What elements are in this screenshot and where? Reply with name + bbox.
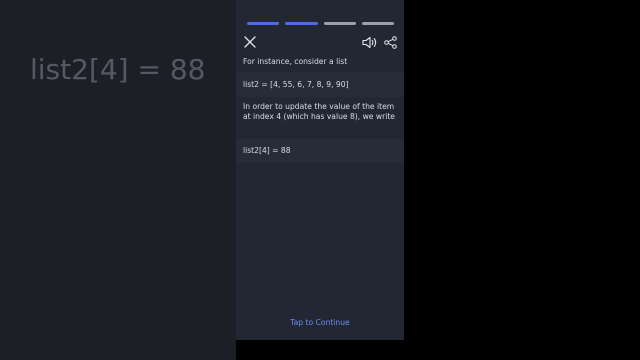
progress-segment-4 bbox=[361, 22, 394, 25]
background-right-panel bbox=[404, 0, 640, 360]
close-button[interactable] bbox=[242, 34, 258, 50]
progress-segment-2 bbox=[285, 22, 318, 25]
background-left-panel: list2[4] = 88 bbox=[0, 0, 236, 360]
share-icon bbox=[383, 35, 397, 49]
progress-bar bbox=[247, 22, 394, 25]
explanation-text: In order to update the value of the item… bbox=[243, 102, 395, 121]
close-icon bbox=[244, 36, 256, 48]
code-block-list: list2 = [4, 55, 6, 7, 8, 9, 90] bbox=[236, 72, 404, 97]
bottom-letterbox bbox=[236, 340, 404, 360]
progress-segment-3 bbox=[323, 22, 356, 25]
tap-to-continue-button[interactable]: Tap to Continue bbox=[236, 318, 404, 327]
share-button[interactable] bbox=[383, 35, 397, 49]
sound-button[interactable] bbox=[362, 35, 378, 49]
speaker-icon bbox=[362, 36, 377, 48]
background-code-text: list2[4] = 88 bbox=[30, 53, 206, 86]
lesson-card: For instance, consider a list list2 = [4… bbox=[236, 0, 404, 340]
intro-text: For instance, consider a list bbox=[243, 57, 348, 66]
code-block-update: list2[4] = 88 bbox=[236, 139, 404, 163]
progress-segment-1 bbox=[247, 22, 280, 25]
